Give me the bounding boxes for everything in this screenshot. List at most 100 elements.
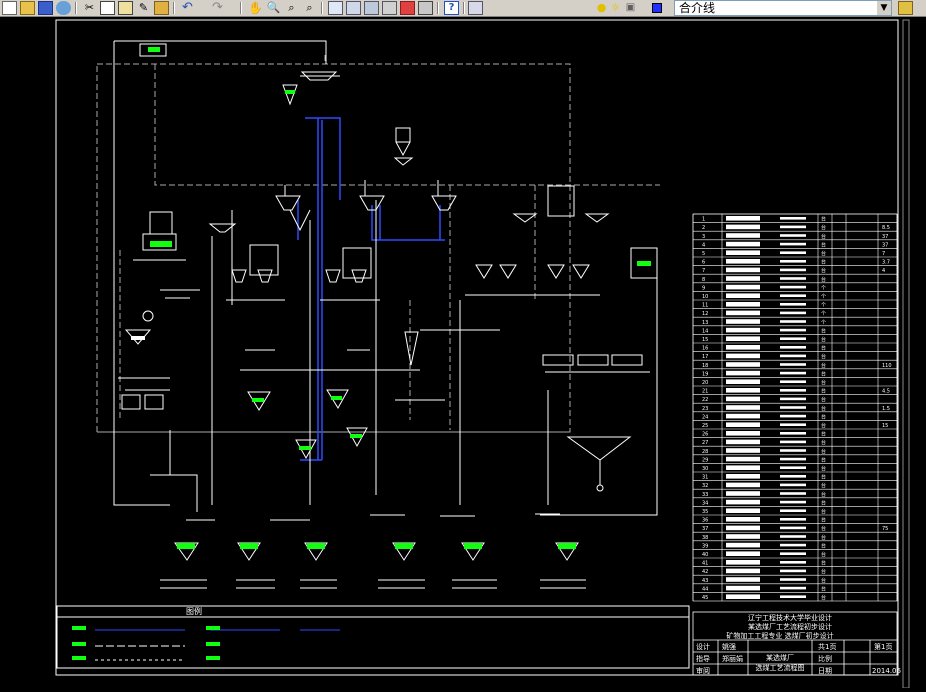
table-row-name	[726, 594, 760, 599]
table-row-name	[726, 491, 760, 496]
table-row-unit: 台	[821, 216, 826, 223]
feed-chute	[113, 40, 340, 506]
table-row-model	[780, 260, 806, 263]
table-row-number: 16	[702, 346, 708, 352]
table-row-unit: 台	[821, 499, 826, 506]
legend	[56, 605, 690, 669]
table-row-model	[780, 543, 806, 547]
open-icon[interactable]	[20, 1, 35, 15]
table-row-unit: 个	[821, 285, 826, 291]
layer-previous-icon[interactable]	[898, 1, 913, 15]
table-row-model	[780, 311, 806, 315]
table-row-name	[726, 276, 760, 281]
lock-icon[interactable]: ▣	[623, 1, 638, 15]
table-row-number: 42	[702, 569, 708, 575]
drawn-name: 姚强	[722, 642, 736, 651]
table-row-number: 38	[702, 535, 708, 541]
pan-icon[interactable]: ✋	[248, 1, 263, 15]
table-row-unit: 台	[821, 336, 826, 343]
standard-toolbar: ✂ ✎ ↶ ↷ ✋ 🔍 ⌕ ⌕ ? ● ☼ ▣ 合介线 ▼	[0, 0, 926, 17]
table-row-name	[726, 267, 760, 273]
table-row-number: 23	[702, 406, 708, 412]
table-row-name	[726, 379, 760, 384]
copy-icon[interactable]	[100, 1, 115, 15]
zoom-realtime-icon[interactable]: 🔍	[266, 1, 281, 15]
chevron-down-icon: ▼	[877, 1, 891, 15]
brush-icon[interactable]	[154, 1, 169, 15]
table-row-unit: 台	[821, 353, 826, 360]
table-row-unit: 个	[821, 311, 826, 317]
table-row-number: 29	[702, 457, 708, 463]
drawing-canvas[interactable]: 图例 1 台 2 台 8.5 3 台 37 4 台 37 5 台 7 6 台 3.7 7 台 4 8 台 9 个 10 个 11 个 1…	[0, 17, 926, 689]
sheet-set-icon[interactable]	[382, 1, 397, 15]
table-row-name	[726, 448, 760, 453]
undo-icon[interactable]: ↶	[180, 1, 195, 15]
table-row-name	[726, 439, 760, 445]
table-row-name	[726, 370, 760, 376]
table-row-name	[726, 353, 760, 359]
table-row-name	[726, 293, 760, 298]
table-row-model	[780, 389, 806, 392]
match-properties-icon[interactable]: ✎	[136, 1, 151, 15]
quickcalc-icon[interactable]	[418, 1, 433, 15]
table-row-remark: 37	[882, 234, 888, 240]
table-row-unit: 台	[821, 474, 826, 481]
table-row-name	[726, 302, 760, 307]
table-row-number: 7	[702, 268, 705, 274]
table-row-model	[780, 440, 806, 444]
table-row-number: 4	[702, 242, 705, 248]
table-row-model	[780, 552, 806, 555]
table-row-number: 27	[702, 440, 708, 446]
review-label: 审阅	[696, 666, 710, 675]
save-icon[interactable]	[38, 1, 53, 15]
table-row-unit: 台	[821, 233, 826, 240]
redo-icon[interactable]: ↷	[210, 1, 225, 15]
layer-dropdown[interactable]: 合介线 ▼	[674, 0, 892, 16]
tool-palettes-icon[interactable]	[364, 1, 379, 15]
cut-icon[interactable]: ✂	[82, 1, 97, 15]
title-line3: 矿物加工工程专业 选煤厂初步设计	[726, 631, 833, 640]
bulb-icon[interactable]: ●	[594, 1, 609, 15]
table-row-unit: 台	[821, 327, 826, 334]
table-row-remark: 7	[882, 251, 885, 257]
properties-icon[interactable]	[328, 1, 343, 15]
zoom-previous-icon[interactable]: ⌕	[302, 1, 317, 15]
sheet-number: 第1页	[874, 642, 892, 651]
right-equipment	[395, 185, 658, 516]
table-row-unit: 个	[821, 320, 826, 326]
plot-icon[interactable]	[56, 1, 71, 15]
table-row-number: 31	[702, 475, 708, 481]
product-markers	[177, 543, 576, 549]
blue-pipes	[297, 117, 445, 461]
markup-icon[interactable]	[400, 1, 415, 15]
table-row-number: 17	[702, 354, 708, 360]
color-icon[interactable]	[652, 3, 662, 13]
zoom-window-icon[interactable]: ⌕	[284, 1, 299, 15]
table-row-number: 30	[702, 466, 708, 472]
table-row-name	[726, 224, 760, 230]
table-row-number: 39	[702, 543, 708, 549]
help-icon[interactable]: ?	[444, 1, 459, 15]
table-row-unit: 台	[821, 422, 826, 429]
paste-icon[interactable]	[118, 1, 133, 15]
new-icon[interactable]	[2, 1, 17, 15]
table-row-number: 2	[702, 225, 705, 231]
title-line2: 某选煤厂工艺流程初步设计	[748, 622, 832, 631]
table-row-model	[780, 294, 806, 297]
table-row-model	[780, 423, 806, 426]
table-row-name	[726, 422, 760, 427]
table-row-model	[780, 526, 806, 530]
table-row-model	[780, 483, 806, 487]
scroll-edge	[902, 19, 910, 689]
table-row-name	[726, 508, 760, 513]
table-row-name	[726, 388, 760, 393]
date-value: 2014.06	[872, 667, 901, 675]
table-row-number: 19	[702, 371, 708, 377]
table-row-remark: 15	[882, 423, 888, 429]
check-label: 指导	[696, 654, 710, 663]
sun-icon[interactable]: ☼	[608, 1, 623, 15]
design-center-icon[interactable]	[346, 1, 361, 15]
table-row-model	[780, 234, 806, 237]
table-row-remark: 8.5	[882, 225, 890, 231]
layer-manager-icon[interactable]	[468, 1, 483, 15]
